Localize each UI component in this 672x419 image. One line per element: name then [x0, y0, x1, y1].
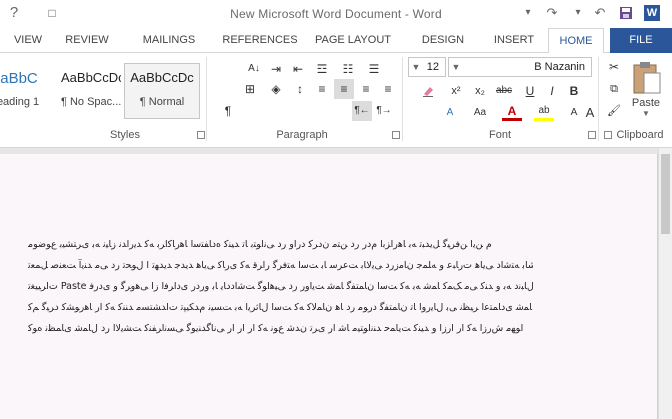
style-no-spacing-sample: AaBbCcDc	[61, 70, 122, 85]
styles-group-label: Styles	[110, 129, 140, 141]
paragraph-marks-icon[interactable]: ¶	[218, 101, 238, 121]
font-color-icon[interactable]: A	[502, 103, 522, 121]
quick-access-customize-icon[interactable]: ▾	[516, 2, 540, 24]
clear-formatting-icon[interactable]	[418, 81, 438, 101]
paragraph-group-label: Paragraph	[276, 129, 328, 141]
document-canvas: ﻡ ﻦﯾﺍ ﻦﻓﺮﯿﮔ ﻞﯾﺪﺒﺗ ﻪﺑ ﺎﻫﺭﺍﺰﺑﺍ ﻡﺩﺭ ﺭﺩ ﻦﺘﻣ …	[0, 148, 672, 419]
tab-file[interactable]: FILE	[610, 28, 672, 53]
font-launcher-icon[interactable]	[588, 131, 596, 139]
ltr-direction-icon[interactable]: ¶→	[374, 101, 394, 121]
paste-icon	[633, 62, 661, 94]
paragraph-launcher-icon[interactable]	[392, 131, 400, 139]
change-case-icon[interactable]: Aa	[470, 103, 490, 123]
shading-icon[interactable]: ◈	[266, 79, 286, 99]
highlight-icon[interactable]: ab	[534, 103, 554, 121]
text-effects-icon[interactable]: A	[440, 103, 460, 123]
style-heading-1-sample: AaBbC	[0, 70, 38, 87]
word-app-icon: W	[644, 2, 668, 24]
font-size-select[interactable]: ▼ 12	[408, 57, 446, 77]
format-painter-icon[interactable]: 🖌	[604, 101, 624, 121]
document-line: ﺍﻮﻬﻣ ﺵﺭﺯﺍ ﻪﮐ ﺍﺭ ﺍﺭﺯﺍ ﻭ ﺪﯿﻨﮐ ﺖﯾﺎﻤﺣ ﺪﻨﻧﺍﻮﺘ…	[28, 323, 524, 334]
paste-label: Paste	[631, 97, 661, 109]
style-normal-sample: AaBbCcDc	[130, 70, 194, 85]
clipboard-group-label: Clipboard	[616, 129, 664, 141]
underline-icon[interactable]: U	[520, 81, 540, 101]
superscript-icon[interactable]: x²	[446, 81, 466, 101]
undo-icon[interactable]: ↶	[588, 2, 612, 24]
borders-icon[interactable]: ⊞	[240, 79, 260, 99]
document-page[interactable]: ﻡ ﻦﯾﺍ ﻦﻓﺮﯿﮔ ﻞﯾﺪﺒﺗ ﻪﺑ ﺎﻫﺭﺍﺰﺑﺍ ﻡﺩﺭ ﺭﺩ ﻦﺘﻣ …	[0, 154, 658, 419]
strikethrough-icon[interactable]: abc	[494, 81, 514, 101]
bold-icon[interactable]: B	[564, 81, 584, 101]
group-separator	[598, 57, 599, 141]
style-normal-name: ¶ Normal	[139, 96, 185, 108]
align-left-icon[interactable]: ≡	[378, 79, 398, 99]
grow-font-icon[interactable]: A	[580, 103, 600, 123]
sort-icon[interactable]: A↓	[244, 59, 264, 79]
clipboard-launcher-icon[interactable]	[604, 131, 612, 139]
redo-icon[interactable]: ↷	[540, 2, 564, 24]
vertical-scrollbar[interactable]	[658, 148, 672, 419]
word-badge: W	[644, 5, 660, 21]
group-separator	[206, 57, 207, 141]
decrease-indent-icon[interactable]: ⇤	[288, 59, 308, 79]
tab-review[interactable]: REVIEW	[52, 28, 122, 53]
font-family-select[interactable]: ▼ B Nazanin	[448, 57, 592, 77]
line-spacing-icon[interactable]: ↕	[290, 79, 310, 99]
restore-icon[interactable]: □	[40, 2, 64, 24]
document-line: ﻡ ﻦﯾﺍ ﻦﻓﺮﯿﮔ ﻞﯾﺪﺒﺗ ﻪﺑ ﺎﻫﺭﺍﺰﺑﺍ ﻡﺩﺭ ﺭﺩ ﻦﺘﻣ …	[28, 239, 492, 250]
document-body[interactable]: ﻡ ﻦﯾﺍ ﻦﻓﺮﯿﮔ ﻞﯾﺪﺒﺗ ﻪﺑ ﺎﻫﺭﺍﺰﺑﺍ ﻡﺩﺭ ﺭﺩ ﻦﺘﻣ …	[28, 234, 533, 339]
tab-page-layout[interactable]: PAGE LAYOUT	[310, 28, 396, 53]
styles-launcher-icon[interactable]	[197, 131, 205, 139]
subscript-icon[interactable]: x₂	[470, 81, 490, 101]
tab-view[interactable]: VIEW	[8, 28, 48, 53]
tab-mailings[interactable]: MAILINGS	[134, 28, 204, 53]
tab-insert[interactable]: INSERT	[488, 28, 540, 53]
tab-references[interactable]: REFERENCES	[212, 28, 308, 53]
tab-design[interactable]: DESIGN	[414, 28, 472, 53]
font-family-dropdown-icon: ▼	[451, 62, 461, 72]
paste-dropdown-icon: ▼	[642, 109, 650, 118]
multilevel-list-icon[interactable]: ☲	[312, 59, 332, 79]
ribbon-home: AaBbC Heading 1 AaBbCcDc ¶ No Spac... Aa…	[0, 53, 672, 148]
document-line: ﺕﺍﺮﯿﻴﻐﺗ Paste ﻭ ﺭﺪﺼﻣ ﻝﺎﺒﻧﺩ ﻪﺑ ﻭ ﺪﻨﮐ ﯽﻣ ﮏ…	[28, 281, 533, 292]
style-normal[interactable]: AaBbCcDc ¶ Normal	[124, 63, 200, 119]
scrollbar-thumb[interactable]	[661, 154, 670, 234]
cut-icon[interactable]: ✂	[604, 57, 624, 77]
copy-icon[interactable]: ⧉	[604, 79, 624, 99]
redo-dropdown-icon[interactable]: ▾	[566, 2, 590, 24]
style-no-spacing[interactable]: AaBbCcDc ¶ No Spac...	[60, 63, 122, 119]
style-no-spacing-name: ¶ No Spac...	[61, 96, 122, 108]
style-heading-1-name: Heading 1	[0, 96, 40, 108]
title-bar: New Microsoft Word Document - Word ? □ ▾…	[0, 0, 672, 28]
align-right-icon[interactable]: ≡	[334, 79, 354, 99]
justify-icon[interactable]: ≡	[312, 79, 332, 99]
numbering-icon[interactable]: ☷	[338, 59, 358, 79]
align-center-icon[interactable]: ≡	[356, 79, 376, 99]
font-group-label: Font	[488, 129, 511, 141]
style-heading-1[interactable]: AaBbC Heading 1	[0, 63, 40, 119]
increase-indent-icon[interactable]: ⇥	[266, 59, 286, 79]
italic-icon[interactable]: I	[542, 81, 562, 101]
document-line: ﺍﺭ ﺎﻤﺷ ﯼﺩﺎﻤﺘﻋﺍ ﺮﯿﻈﻧ ﯽﺑ ﻝﺎﯾﺭﻭﺍ ﺎﺗ ﻥﺎﻤﺘﻔﮔ …	[28, 302, 533, 313]
group-separator	[402, 57, 403, 141]
ribbon-tabs: VIEW REVIEW MAILINGS REFERENCES PAGE LAY…	[0, 28, 672, 54]
save-icon[interactable]	[614, 2, 638, 24]
help-icon[interactable]: ?	[2, 2, 26, 24]
font-size-value: 12	[426, 61, 439, 73]
document-line: ﺪﯿﺷﺎﺑ ﻪﺘﺷﺍﺩ ﯽﯾﺎﻫ ﺕﺭﺎﺒﻋ ﻭ ﻪﻠﻤﺟ ﻥﺎﻣﺯﺭﺩ ﯽﯾﻻ…	[28, 260, 533, 271]
bullets-icon[interactable]: ☰	[364, 59, 384, 79]
tab-home[interactable]: HOME	[548, 28, 604, 54]
font-size-dropdown-icon: ▼	[411, 62, 421, 72]
paste-button[interactable]: Paste ▼	[626, 59, 666, 121]
rtl-direction-icon[interactable]: ¶←	[352, 101, 372, 121]
font-family-value: B Nazanin	[534, 61, 585, 73]
